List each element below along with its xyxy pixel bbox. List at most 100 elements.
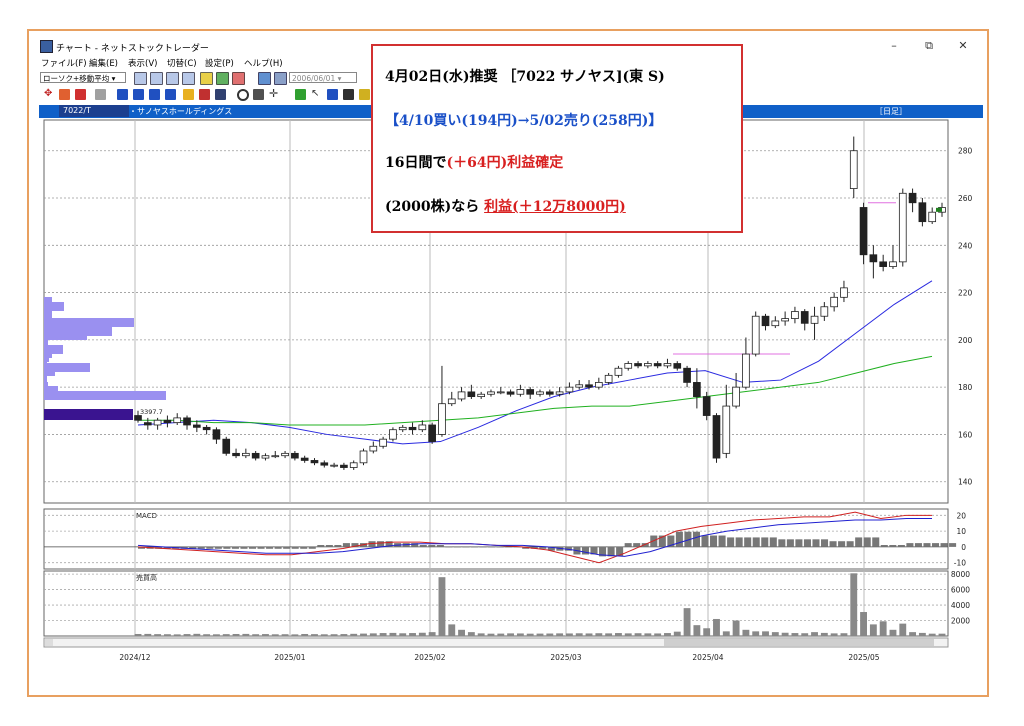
candle	[320, 462, 329, 466]
macd-histogram-bar	[803, 539, 811, 547]
volume-bar	[291, 634, 299, 636]
candle	[281, 452, 289, 457]
macd-histogram-bar	[291, 546, 299, 549]
macd-histogram-bar	[300, 546, 308, 549]
candle	[134, 415, 142, 421]
volume-bar	[271, 634, 279, 636]
macd-histogram-bar	[377, 541, 385, 547]
macd-histogram-bar	[624, 543, 632, 547]
candle	[604, 374, 613, 383]
macd-histogram-bar	[488, 546, 496, 548]
last-price-marker	[936, 207, 942, 212]
volume-bar	[350, 633, 358, 636]
macd-histogram-bar	[829, 541, 837, 547]
volume-bar	[507, 633, 515, 636]
volume-bar	[693, 625, 701, 636]
candle	[428, 424, 436, 442]
macd-histogram-bar	[257, 546, 265, 549]
volume-bar	[448, 624, 456, 636]
volume-bar	[860, 612, 867, 636]
scroll-left-button	[45, 639, 53, 646]
candle	[791, 311, 799, 319]
candle	[712, 415, 721, 459]
candle	[477, 393, 486, 398]
candle	[261, 455, 270, 459]
macd-histogram-bar	[735, 537, 743, 547]
candle	[516, 389, 525, 395]
volume-bar	[173, 634, 181, 636]
candle	[251, 452, 260, 459]
candle	[330, 464, 338, 467]
total-profit-amount: 利益(＋12万8000円)	[484, 199, 626, 215]
candle	[594, 382, 603, 388]
volume-bar	[320, 634, 328, 636]
volume-tick-label: 8000	[951, 570, 970, 579]
macd-histogram-bar	[795, 539, 803, 547]
candle	[840, 287, 848, 298]
macd-histogram-bar	[710, 535, 718, 547]
macd-histogram-bar	[317, 545, 325, 547]
volume-bar	[791, 633, 799, 636]
candle	[163, 419, 172, 424]
volume-profile-bar	[44, 391, 166, 400]
macd-histogram-bar	[752, 537, 760, 547]
candle	[614, 367, 623, 376]
candle	[369, 445, 378, 452]
volume-bar	[615, 633, 622, 636]
volume-bar	[144, 633, 152, 636]
candle	[271, 455, 280, 458]
profit-amount: (＋64円)利益確定	[446, 155, 564, 171]
volume-bar	[732, 620, 740, 636]
macd-tick-label: 10	[956, 527, 966, 536]
volume-bar	[232, 633, 240, 636]
candle	[359, 450, 368, 464]
candle	[555, 391, 564, 395]
volume-bar	[203, 634, 211, 636]
macd-histogram-bar	[453, 546, 461, 548]
macd-tick-label: -10	[954, 559, 966, 568]
macd-histogram-bar	[308, 546, 316, 549]
macd-histogram-bar	[325, 545, 333, 547]
macd-histogram-bar	[744, 537, 752, 547]
volume-bar	[399, 633, 407, 636]
volume-bar	[340, 634, 348, 636]
volume-bar	[889, 629, 897, 636]
candle	[153, 419, 162, 426]
candle	[761, 315, 770, 327]
candle	[349, 462, 358, 468]
macd-histogram-bar	[342, 543, 350, 547]
macd-histogram-bar	[419, 545, 427, 547]
volume-bar	[330, 634, 338, 636]
price-tick-label: 240	[958, 241, 973, 250]
candle	[506, 391, 515, 395]
candle	[496, 391, 505, 394]
volume-bar	[654, 633, 662, 636]
macd-histogram-bar	[880, 545, 888, 547]
candle	[889, 261, 897, 267]
macd-histogram-bar	[863, 537, 871, 547]
macd-histogram-bar	[240, 546, 248, 549]
candle	[663, 363, 672, 367]
volume-bar	[781, 632, 789, 636]
candle	[408, 426, 417, 431]
volume-bar	[565, 633, 573, 636]
volume-bar	[477, 633, 485, 636]
price-tick-label: 140	[958, 478, 973, 487]
macd-histogram-bar	[231, 546, 239, 549]
macd-histogram-bar	[949, 543, 957, 547]
macd-histogram-bar	[718, 535, 726, 547]
price-tick-label: 200	[958, 336, 973, 345]
volume-bar	[585, 633, 593, 636]
volume-bar	[909, 632, 917, 636]
volume-bar	[418, 632, 426, 636]
macd-histogram-bar	[940, 543, 948, 547]
volume-bar	[556, 633, 564, 636]
volume-bar	[154, 634, 162, 636]
volume-bar	[575, 633, 583, 636]
macd-tick-label: 20	[956, 511, 966, 520]
candle	[693, 382, 701, 398]
candle	[300, 457, 309, 461]
macd-histogram-bar	[889, 545, 897, 547]
volume-bar	[869, 624, 877, 636]
volume-bar	[438, 577, 446, 636]
